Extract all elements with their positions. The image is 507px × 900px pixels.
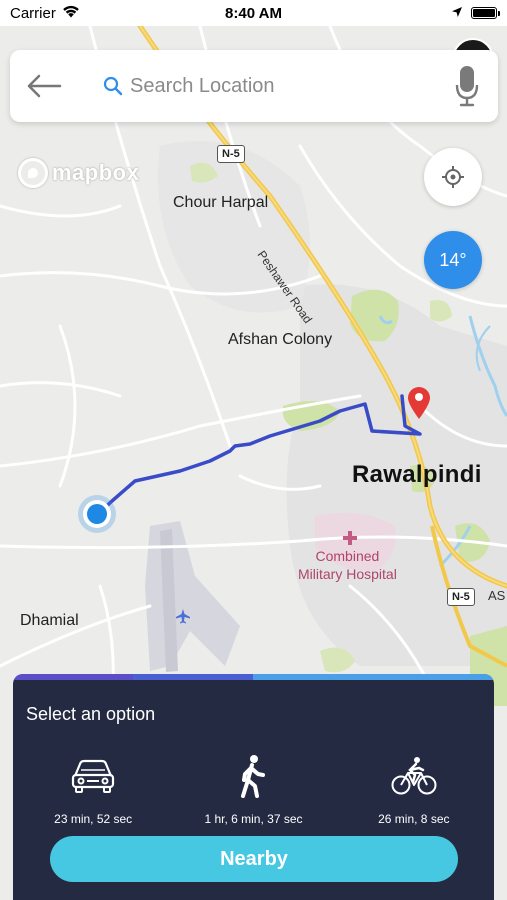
screen: Carrier 8:40 AM Chour Harpal Afshan Colo… [0,0,507,900]
map-label-chour-harpal: Chour Harpal [173,194,269,211]
search-input[interactable] [130,74,430,98]
locate-me-button[interactable] [424,148,482,206]
back-arrow-icon [27,74,62,98]
road-label-partial: AS [488,588,506,603]
carrier-label: Carrier [10,4,56,22]
panel-title: Select an option [26,704,156,724]
status-right [451,5,500,22]
walking-icon [238,752,268,800]
battery-icon [471,7,500,19]
option-walking-time: 1 hr, 6 min, 37 sec [204,812,303,826]
map-label-hospital: Combined Military Hospital [298,547,397,583]
option-car[interactable]: 23 min, 52 sec [13,752,173,826]
travel-options: 23 min, 52 sec 1 hr, 6 min, 37 sec 26 mi… [13,752,494,826]
car-icon [71,752,115,800]
map-label-dhamial: Dhamial [20,612,79,629]
bicycle-icon [391,752,437,800]
microphone-icon [455,66,479,107]
mapbox-wordmark: mapbox [52,160,140,185]
highway-shield-n5-bottom: N-5 [447,588,475,606]
mapbox-mark-icon [18,158,48,188]
hospital-line-1: Combined [315,548,380,564]
option-car-time: 23 min, 52 sec [54,812,133,826]
back-button[interactable] [24,66,64,106]
map-label-rawalpindi: Rawalpindi [352,461,482,488]
highway-shield-n5-top: N-5 [217,145,245,163]
status-bar: Carrier 8:40 AM [0,0,507,26]
mapbox-logo: mapbox [18,158,139,188]
search-bar [10,50,498,122]
wifi-icon [62,5,80,22]
panel-progress-bar [13,674,494,680]
hospital-line-2: Military Hospital [298,566,397,582]
user-location-marker [78,495,116,533]
crosshair-icon [442,166,464,188]
travel-options-panel: Select an option 23 min, 52 sec 1 hr, 6 … [13,674,494,900]
search-icon [102,75,124,97]
option-bicycle-time: 26 min, 8 sec [378,812,450,826]
map-label-afshan-colony: Afshan Colony [228,331,333,348]
option-walking[interactable]: 1 hr, 6 min, 37 sec [173,752,333,826]
status-left: Carrier [10,5,80,22]
location-arrow-icon [451,5,463,22]
nearby-button[interactable]: Nearby [50,836,458,882]
battery-fill [473,9,495,17]
microphone-button[interactable] [450,61,484,111]
temperature-badge[interactable]: 14° [424,231,482,289]
option-bicycle[interactable]: 26 min, 8 sec [334,752,494,826]
